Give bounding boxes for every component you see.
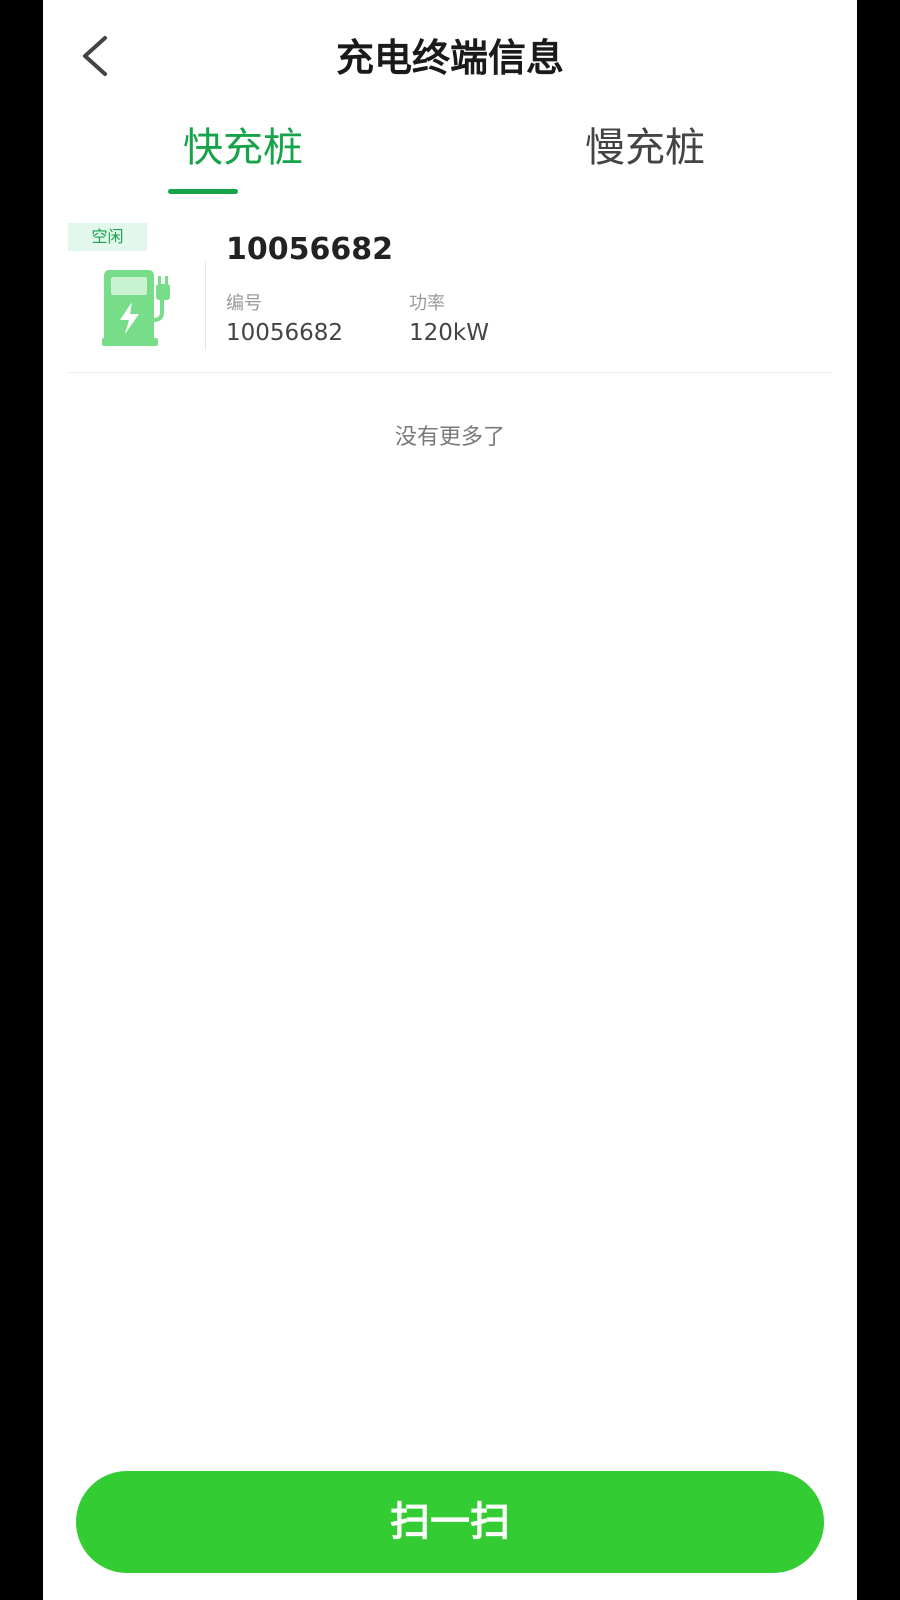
header: 充电终端信息	[43, 0, 857, 110]
tab-slow-charger[interactable]: 慢充桩	[495, 115, 795, 200]
list-end-text: 没有更多了	[394, 425, 505, 450]
app-screen: 充电终端信息 快充桩 慢充桩 空闲 10056682 编号 10056682 功	[43, 0, 857, 1600]
scan-button[interactable]: 扫一扫	[76, 1471, 824, 1573]
power-value: 120kW	[409, 320, 489, 346]
vertical-divider	[205, 262, 206, 350]
tab-bar: 快充桩 慢充桩	[43, 115, 857, 200]
charger-name: 10056682	[226, 232, 393, 267]
number-label: 编号	[226, 293, 262, 314]
status-badge: 空闲	[68, 223, 147, 251]
number-value: 10056682	[226, 320, 344, 346]
tab-fast-charger[interactable]: 快充桩	[93, 115, 393, 200]
charging-station-icon	[102, 270, 170, 346]
page-title: 充电终端信息	[335, 36, 564, 80]
active-tab-indicator	[168, 189, 238, 194]
charger-list-item[interactable]: 空闲 10056682 编号 10056682 功率 120kW	[68, 220, 832, 373]
power-label: 功率	[409, 293, 445, 314]
